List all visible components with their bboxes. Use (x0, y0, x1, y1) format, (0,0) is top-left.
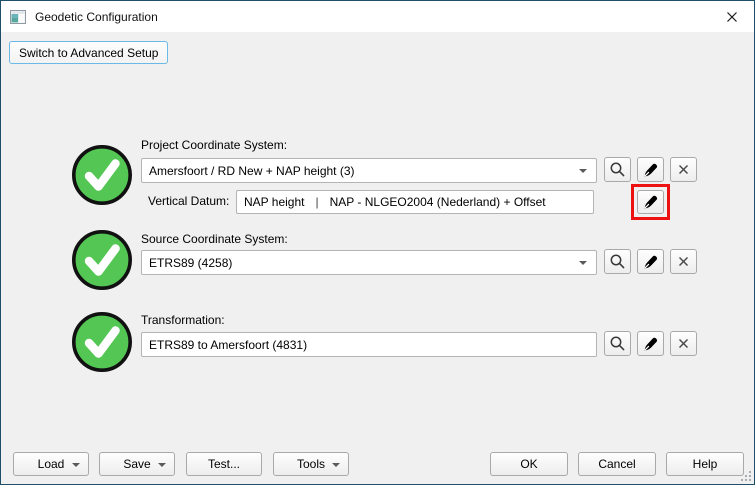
chevron-down-icon (72, 463, 80, 467)
pen-icon (643, 255, 657, 269)
transformation-status-valid-icon (71, 311, 133, 373)
transformation-label: Transformation: (141, 313, 225, 327)
source-status-valid-icon (71, 229, 133, 291)
cancel-button[interactable]: Cancel (578, 452, 656, 476)
test-button[interactable]: Test... (186, 452, 262, 476)
tools-button-label: Tools (296, 457, 325, 471)
transformation-field: ETRS89 to Amersfoort (4831) (141, 332, 597, 357)
project-coordinate-system-label: Project Coordinate System: (141, 138, 288, 152)
load-button-label: Load (37, 457, 65, 471)
vertical-datum-separator: | (315, 195, 319, 209)
chevron-down-icon (579, 169, 587, 173)
save-button[interactable]: Save (99, 452, 175, 476)
project-edit-button[interactable] (637, 157, 664, 182)
pen-icon (643, 163, 657, 177)
clear-x-icon (678, 256, 689, 267)
project-coordinate-system-value: Amersfoort / RD New + NAP height (3) (149, 163, 355, 178)
close-icon (726, 11, 737, 22)
source-clear-button[interactable] (670, 249, 697, 274)
clear-x-icon (678, 338, 689, 349)
transformation-clear-button[interactable] (670, 331, 697, 356)
transformation-search-button[interactable] (604, 331, 631, 356)
source-coordinate-system-label: Source Coordinate System: (141, 232, 288, 246)
resize-grip[interactable] (740, 470, 752, 482)
vertical-datum-field: NAP height | NAP - NLGEO2004 (Nederland)… (236, 190, 594, 214)
vertical-datum-primary-value: NAP height (244, 195, 305, 209)
source-search-button[interactable] (604, 249, 631, 274)
search-icon (610, 162, 625, 177)
transformation-edit-button[interactable] (637, 331, 664, 356)
clear-x-icon (678, 164, 689, 175)
vertical-datum-label: Vertical Datum: (148, 194, 230, 208)
project-coordinate-system-combobox[interactable]: Amersfoort / RD New + NAP height (3) (141, 158, 597, 183)
source-coordinate-system-value: ETRS89 (4258) (149, 255, 233, 270)
switch-to-advanced-setup-button[interactable]: Switch to Advanced Setup (9, 41, 169, 64)
tools-button[interactable]: Tools (273, 452, 349, 476)
load-button[interactable]: Load (13, 452, 89, 476)
pen-icon (643, 337, 657, 351)
chevron-down-icon (332, 463, 340, 467)
title-bar: Geodetic Configuration (1, 1, 754, 32)
pen-icon (643, 195, 657, 209)
chevron-down-icon (158, 463, 166, 467)
window-title: Geodetic Configuration (35, 9, 158, 24)
project-status-valid-icon (71, 144, 133, 206)
test-button-label: Test... (207, 457, 240, 471)
vertical-datum-edit-button[interactable] (637, 190, 664, 214)
vertical-datum-secondary-value: NAP - NLGEO2004 (Nederland) + Offset (329, 195, 546, 209)
transformation-value: ETRS89 to Amersfoort (4831) (149, 337, 308, 352)
ok-button[interactable]: OK (490, 452, 568, 476)
source-edit-button[interactable] (637, 249, 664, 274)
help-button[interactable]: Help (666, 452, 744, 476)
window-close-button[interactable] (709, 1, 754, 32)
search-icon (610, 254, 625, 269)
app-window-icon (10, 9, 26, 25)
source-coordinate-system-combobox[interactable]: ETRS89 (4258) (141, 250, 597, 275)
project-clear-button[interactable] (670, 157, 697, 182)
search-icon (610, 336, 625, 351)
project-search-button[interactable] (604, 157, 631, 182)
chevron-down-icon (579, 261, 587, 265)
save-button-label: Save (123, 457, 151, 471)
geodetic-configuration-dialog: Geodetic Configuration Switch to Advance… (0, 0, 755, 485)
